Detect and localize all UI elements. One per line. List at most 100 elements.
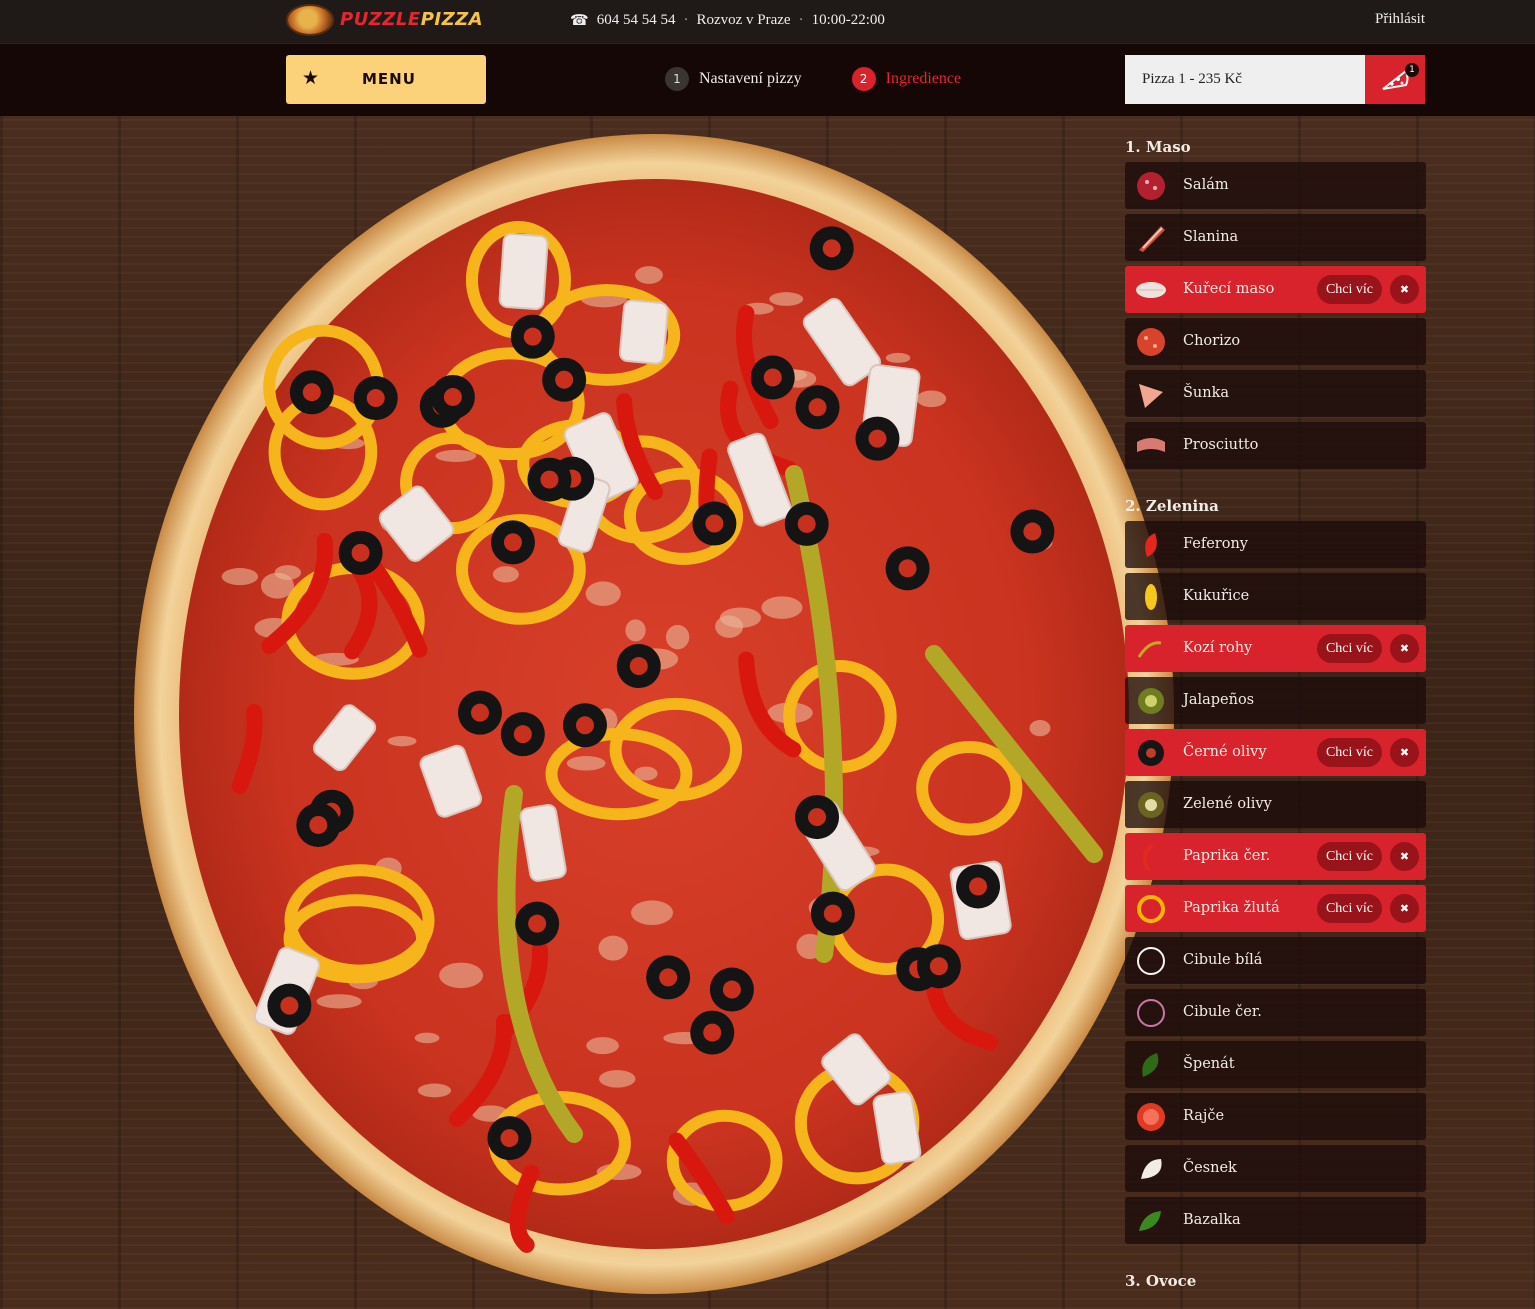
white-onion-icon: [1135, 945, 1167, 977]
remove-ingredient-button[interactable]: ✖: [1390, 634, 1419, 663]
login-link[interactable]: Přihlásit: [1375, 11, 1425, 28]
ingredient-item[interactable]: Šunka: [1125, 370, 1426, 417]
brand-part-2: PIZZA: [420, 9, 484, 30]
ingredient-name: Slanina: [1183, 229, 1239, 245]
ingredient-item[interactable]: Rajče: [1125, 1093, 1426, 1140]
tomato-icon: [1135, 1101, 1167, 1133]
phone-number: 604 54 54 54: [596, 12, 676, 28]
cheese-spot: [586, 1037, 619, 1055]
olive-hole: [513, 725, 532, 744]
ingredient-item[interactable]: Černé olivy Chci víc ✖: [1125, 729, 1426, 776]
olive-hole: [470, 703, 489, 722]
ingredient-item[interactable]: Česnek: [1125, 1145, 1426, 1192]
cheese-spot: [719, 607, 762, 628]
ingredient-item[interactable]: Zelené olivy: [1125, 781, 1426, 828]
cheese-spot: [414, 1032, 440, 1044]
cheese-spot: [665, 624, 690, 650]
ingredient-item[interactable]: Kuřecí maso Chci víc ✖: [1125, 266, 1426, 313]
cheese-spot: [599, 1070, 636, 1088]
spinach-icon: [1135, 1049, 1167, 1081]
add-more-button[interactable]: Chci víc: [1316, 275, 1382, 304]
ingredient-name: Kukuřice: [1183, 588, 1250, 604]
ingredient-item[interactable]: Salám: [1125, 162, 1426, 209]
olive-hole: [500, 1129, 519, 1148]
olive-hole: [808, 398, 827, 417]
cheese-spot: [635, 266, 663, 284]
add-more-button[interactable]: Chci víc: [1316, 738, 1382, 767]
olive-hole: [808, 808, 827, 827]
cheese-spot: [387, 735, 417, 747]
ingredient-item[interactable]: Jalapeños: [1125, 677, 1426, 724]
star-icon: ★: [302, 67, 321, 89]
ingredient-item[interactable]: Cibule bílá: [1125, 937, 1426, 984]
ingredient-item[interactable]: Chorizo: [1125, 318, 1426, 365]
remove-ingredient-button[interactable]: ✖: [1390, 894, 1419, 923]
menu-button[interactable]: ★ MENU: [286, 55, 486, 104]
ingredient-name: Černé olivy: [1183, 744, 1267, 760]
jalapeno-icon: [1135, 685, 1167, 717]
menu-label: MENU: [362, 70, 416, 88]
pizza-image: [134, 134, 1174, 1294]
ingredient-item[interactable]: Paprika čer. Chci víc ✖: [1125, 833, 1426, 880]
olive-hole: [555, 370, 574, 389]
ingredient-item[interactable]: Paprika žlutá Chci víc ✖: [1125, 885, 1426, 932]
ingredient-item[interactable]: Cibule čer.: [1125, 989, 1426, 1036]
olive-hole: [868, 429, 887, 448]
remove-ingredient-button[interactable]: ✖: [1390, 842, 1419, 871]
chorizo-icon: [1135, 326, 1167, 358]
cheese-spot: [769, 292, 804, 306]
cart-button[interactable]: 1: [1365, 55, 1425, 104]
step-pizza-settings[interactable]: 1 Nastavení pizzy: [665, 67, 802, 91]
cheese-spot: [439, 962, 484, 989]
green-pepper-icon: [1135, 633, 1167, 665]
add-more-button[interactable]: Chci víc: [1316, 894, 1382, 923]
olive-hole: [823, 904, 842, 923]
olive-hole: [503, 533, 522, 552]
olive-hole: [575, 716, 594, 735]
logo[interactable]: PUZZLEPIZZA: [286, 3, 483, 37]
olive-hole: [528, 914, 547, 933]
olive-hole: [280, 996, 299, 1015]
ingredient-item[interactable]: Kozí rohy Chci víc ✖: [1125, 625, 1426, 672]
ingredient-item[interactable]: Feferony: [1125, 521, 1426, 568]
ingredient-name: Prosciutto: [1183, 437, 1259, 453]
separator: ·: [798, 12, 804, 28]
chicken-piece: [498, 232, 549, 311]
olive-hole: [659, 968, 678, 987]
olive-hole: [309, 815, 328, 834]
ingredient-name: Rajče: [1183, 1108, 1225, 1124]
cheese-spot: [630, 900, 674, 926]
basil-icon: [1135, 1205, 1167, 1237]
add-more-button[interactable]: Chci víc: [1316, 842, 1382, 871]
ingredient-item[interactable]: Slanina: [1125, 214, 1426, 261]
cheese-spot: [316, 994, 362, 1009]
step-label: Ingredience: [885, 70, 962, 87]
olive-hole: [366, 389, 385, 408]
cart-summary[interactable]: Pizza 1 - 235 Kč: [1125, 55, 1365, 104]
olive-hole: [629, 657, 648, 676]
cheese-spot: [435, 449, 477, 463]
ingredient-item[interactable]: Prosciutto: [1125, 422, 1426, 469]
cheese-spot: [916, 390, 947, 408]
ingredient-item[interactable]: Špenát: [1125, 1041, 1426, 1088]
add-more-button[interactable]: Chci víc: [1316, 634, 1382, 663]
olive-hole: [1023, 522, 1042, 541]
category-title: 2. Zelenina: [1125, 497, 1219, 515]
category-title: 1. Maso: [1125, 138, 1191, 156]
olive-hole: [722, 980, 741, 999]
opening-hours: 10:00-22:00: [811, 12, 885, 28]
chili-icon: [1135, 529, 1167, 561]
remove-ingredient-button[interactable]: ✖: [1390, 275, 1419, 304]
separator: ·: [683, 12, 689, 28]
ingredient-item[interactable]: Bazalka: [1125, 1197, 1426, 1244]
yellow-pepper-icon: [1135, 893, 1167, 925]
contact-info: ☎ 604 54 54 54 · Rozvoz v Praze · 10:00-…: [570, 11, 885, 30]
ingredient-name: Jalapeños: [1183, 692, 1255, 708]
cheese-spot: [598, 935, 628, 961]
cheese-spot: [1029, 720, 1051, 737]
remove-ingredient-button[interactable]: ✖: [1390, 738, 1419, 767]
step-number: 1: [665, 67, 689, 91]
ingredient-name: Kozí rohy: [1183, 640, 1253, 656]
step-ingredients[interactable]: 2 Ingredience: [851, 67, 962, 91]
ingredient-item[interactable]: Kukuřice: [1125, 573, 1426, 620]
